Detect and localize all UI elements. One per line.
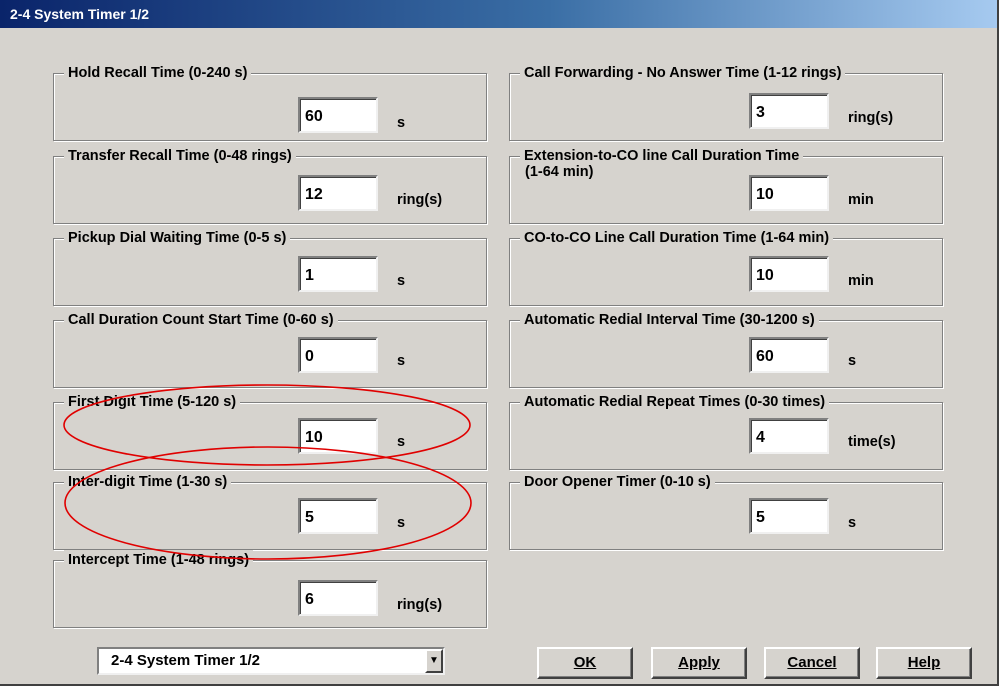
- extension-to-co-duration-input[interactable]: [749, 175, 829, 211]
- hold-recall-time-input[interactable]: [298, 97, 378, 133]
- first-digit-time-input[interactable]: [298, 418, 378, 454]
- group-intercept-time: Intercept Time (1-48 rings): [53, 550, 487, 628]
- group-co-to-co-duration: CO-to-CO Line Call Duration Time (1-64 m…: [509, 228, 943, 306]
- unit-label: ring(s): [848, 110, 894, 126]
- page-select-dropdown[interactable]: 2-4 System Timer 1/2 ▼: [97, 647, 445, 675]
- auto-redial-repeat-input[interactable]: [749, 418, 829, 454]
- unit-label: ring(s): [397, 192, 443, 208]
- dialog-window: 2-4 System Timer 1/2 Hold Recall Time (0…: [0, 0, 999, 686]
- unit-label: s: [397, 515, 406, 531]
- group-hold-recall-time: Hold Recall Time (0-240 s): [53, 63, 487, 141]
- window-title: 2-4 System Timer 1/2: [0, 0, 997, 28]
- call-duration-count-start-input[interactable]: [298, 337, 378, 373]
- group-inter-digit-time: Inter-digit Time (1-30 s): [53, 472, 487, 550]
- unit-label: s: [848, 515, 857, 531]
- call-forwarding-no-answer-input[interactable]: [749, 93, 829, 129]
- cancel-button[interactable]: Cancel: [764, 647, 860, 679]
- group-label: Call Duration Count Start Time (0-60 s): [64, 310, 338, 330]
- auto-redial-interval-input[interactable]: [749, 337, 829, 373]
- unit-label: time(s): [848, 434, 896, 450]
- group-label: Transfer Recall Time (0-48 rings): [64, 146, 296, 166]
- group-label: Hold Recall Time (0-240 s): [64, 63, 252, 83]
- unit-label: ring(s): [397, 597, 443, 613]
- unit-label: s: [397, 273, 406, 289]
- group-transfer-recall-time: Transfer Recall Time (0-48 rings): [53, 146, 487, 224]
- group-first-digit-time: First Digit Time (5-120 s): [53, 392, 487, 470]
- intercept-time-input[interactable]: [298, 580, 378, 616]
- unit-label: min: [848, 192, 874, 208]
- group-label: CO-to-CO Line Call Duration Time (1-64 m…: [520, 228, 834, 248]
- group-label: Automatic Redial Repeat Times (0-30 time…: [520, 392, 830, 412]
- group-label: Automatic Redial Interval Time (30-1200 …: [520, 310, 819, 330]
- chevron-down-icon[interactable]: ▼: [425, 649, 443, 673]
- help-button[interactable]: Help: [876, 647, 972, 679]
- unit-label: s: [397, 115, 406, 131]
- unit-label: min: [848, 273, 874, 289]
- door-opener-timer-input[interactable]: [749, 498, 829, 534]
- page-select-value: 2-4 System Timer 1/2: [111, 652, 260, 669]
- co-to-co-duration-input[interactable]: [749, 256, 829, 292]
- group-label-range: (1-64 min): [525, 164, 594, 180]
- group-label: Extension-to-CO line Call Duration Time: [520, 146, 804, 166]
- group-label: Door Opener Timer (0-10 s): [520, 472, 715, 492]
- group-label: Intercept Time (1-48 rings): [64, 550, 254, 570]
- unit-label: s: [848, 353, 857, 369]
- apply-button[interactable]: Apply: [651, 647, 747, 679]
- group-auto-redial-interval: Automatic Redial Interval Time (30-1200 …: [509, 310, 943, 388]
- group-door-opener-timer: Door Opener Timer (0-10 s): [509, 472, 943, 550]
- ok-button[interactable]: OK: [537, 647, 633, 679]
- group-label: First Digit Time (5-120 s): [64, 392, 241, 412]
- group-label: Pickup Dial Waiting Time (0-5 s): [64, 228, 291, 248]
- inter-digit-time-input[interactable]: [298, 498, 378, 534]
- group-call-forwarding-no-answer: Call Forwarding - No Answer Time (1-12 r…: [509, 63, 943, 141]
- group-label: Inter-digit Time (1-30 s): [64, 472, 232, 492]
- group-label: Call Forwarding - No Answer Time (1-12 r…: [520, 63, 846, 83]
- pickup-dial-waiting-time-input[interactable]: [298, 256, 378, 292]
- group-pickup-dial-waiting-time: Pickup Dial Waiting Time (0-5 s): [53, 228, 487, 306]
- transfer-recall-time-input[interactable]: [298, 175, 378, 211]
- group-call-duration-count-start: Call Duration Count Start Time (0-60 s): [53, 310, 487, 388]
- unit-label: s: [397, 353, 406, 369]
- unit-label: s: [397, 434, 406, 450]
